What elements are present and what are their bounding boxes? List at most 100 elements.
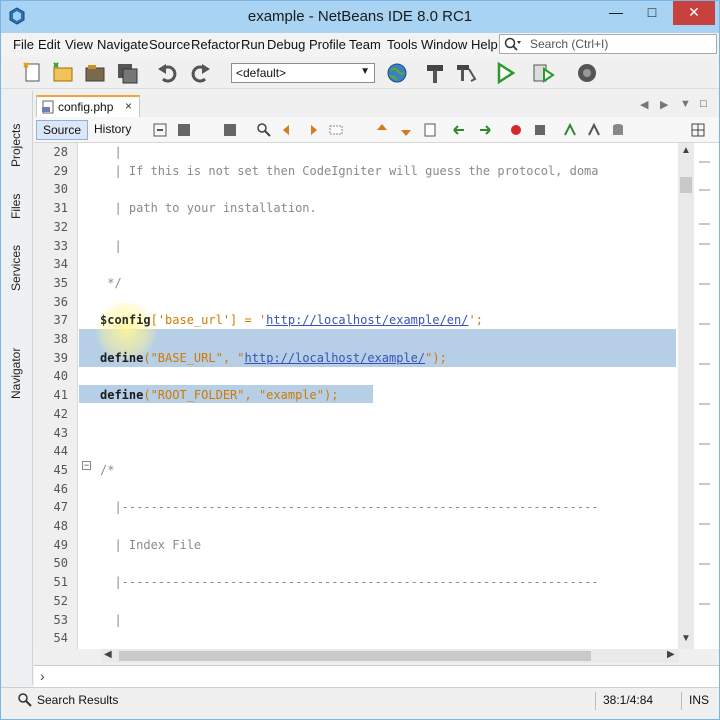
new-file-icon[interactable] — [21, 61, 45, 85]
code-editor[interactable]: 28 | 29 | If this is not set then CodeIgn… — [34, 143, 686, 649]
code-text: | If this is not set then CodeIgniter wi… — [100, 163, 599, 178]
line-number: 36 — [53, 294, 68, 309]
menu-window[interactable]: Window — [421, 37, 467, 52]
find-previous-icon[interactable] — [280, 122, 296, 138]
file-tab-config[interactable]: config.php × — [36, 95, 140, 117]
menu-refactor[interactable]: Refactor — [191, 37, 240, 52]
menu-team[interactable]: Team — [349, 37, 381, 52]
menu-source[interactable]: Source — [149, 37, 190, 52]
stop-macro-icon[interactable] — [532, 122, 548, 138]
sidebar-tab-services[interactable]: Services — [9, 231, 25, 291]
file-tab-label: config.php — [58, 100, 114, 114]
line-number: 30 — [53, 182, 68, 197]
database-icon[interactable] — [610, 122, 626, 138]
line-number: 43 — [53, 425, 68, 440]
line-number: 41 — [53, 388, 68, 403]
code-line: 52 — [34, 592, 686, 610]
code-line: 40 — [34, 367, 686, 385]
line-number: 45 — [53, 462, 68, 477]
minimize-button[interactable]: — — [601, 1, 631, 25]
search-results-tab[interactable]: Search Results — [37, 693, 118, 707]
configuration-select[interactable]: <default> ▼ — [231, 63, 375, 83]
search-input[interactable]: Search (Ctrl+I) — [499, 34, 717, 54]
chevron-down-icon: ▼ — [360, 66, 370, 77]
tab-history[interactable]: History — [88, 120, 137, 140]
search-results-icon — [18, 693, 32, 707]
previous-bookmark-icon[interactable] — [374, 122, 390, 138]
profile-project-icon[interactable] — [575, 61, 599, 85]
find-icon[interactable] — [256, 122, 272, 138]
editor-tab-row: config.php × ◀ ▶ ▼ □ — [34, 93, 719, 117]
sidebar-tab-navigator[interactable]: Navigator — [9, 317, 25, 399]
code-line: 46 — [34, 480, 686, 498]
globe-icon[interactable] — [385, 61, 409, 85]
forward-icon[interactable] — [222, 122, 238, 138]
scroll-down-icon[interactable]: ▼ — [681, 633, 691, 644]
menu-view[interactable]: View — [65, 37, 93, 52]
scroll-left-icon[interactable]: ◀ — [640, 98, 648, 111]
code-text: |---------------------------------------… — [100, 500, 599, 515]
menu-run[interactable]: Run — [241, 37, 265, 52]
last-edit-icon[interactable] — [152, 122, 168, 138]
start-macro-icon[interactable] — [508, 122, 524, 138]
scroll-up-icon[interactable]: ▲ — [681, 145, 691, 156]
save-all-icon[interactable] — [115, 61, 139, 85]
code-keyword: define — [100, 388, 144, 403]
sidebar-tab-files[interactable]: Files — [9, 177, 25, 221]
find-next-icon[interactable] — [304, 122, 320, 138]
code-keyword: define — [100, 350, 144, 365]
new-project-icon[interactable] — [51, 61, 75, 85]
toggle-highlight-icon[interactable] — [328, 122, 344, 138]
vertical-scroll-thumb[interactable] — [680, 177, 692, 193]
tab-list-icon[interactable]: ▼ — [680, 98, 691, 110]
undo-icon[interactable] — [156, 61, 180, 85]
fold-toggle-icon[interactable]: − — [82, 461, 91, 470]
line-number: 33 — [53, 238, 68, 253]
menu-edit[interactable]: Edit — [38, 37, 60, 52]
build-hammer-icon[interactable] — [423, 61, 447, 85]
vertical-scrollbar[interactable]: ▲ ▼ — [678, 143, 694, 649]
code-line: 50 — [34, 554, 686, 572]
redo-icon[interactable] — [188, 61, 212, 85]
menu-help[interactable]: Help — [471, 37, 498, 52]
shift-right-icon[interactable] — [476, 122, 492, 138]
menu-file[interactable]: File — [13, 37, 34, 52]
expand-panel-icon[interactable]: › — [40, 668, 45, 684]
comment-icon[interactable] — [562, 122, 578, 138]
clean-build-icon[interactable] — [455, 61, 479, 85]
close-button[interactable]: ✕ — [673, 1, 715, 25]
code-line: 53 | — [34, 611, 686, 629]
maximize-editor-icon[interactable]: □ — [700, 98, 707, 110]
horizontal-scrollbar[interactable]: ◀ ▶ — [101, 649, 679, 663]
left-sidebar: Projects Files Services Navigator — [1, 91, 33, 685]
shift-left-icon[interactable] — [452, 122, 468, 138]
debug-project-icon[interactable] — [531, 61, 555, 85]
menu-profile[interactable]: Profile — [309, 37, 346, 52]
open-project-icon[interactable] — [83, 61, 107, 85]
next-bookmark-icon[interactable] — [398, 122, 414, 138]
line-number: 47 — [53, 500, 68, 515]
code-text: |---------------------------------------… — [100, 575, 599, 590]
menu-tools[interactable]: Tools — [387, 37, 417, 52]
maximize-button[interactable]: □ — [637, 1, 667, 25]
close-tab-icon[interactable]: × — [125, 99, 132, 113]
tab-source[interactable]: Source — [36, 120, 89, 140]
menu-navigate[interactable]: Navigate — [97, 37, 148, 52]
scroll-right-icon[interactable]: ▶ — [660, 98, 668, 111]
scroll-right-arrow-icon[interactable]: ▶ — [667, 649, 675, 660]
scroll-left-arrow-icon[interactable]: ◀ — [104, 649, 112, 660]
code-line: 45 /* — [34, 461, 686, 479]
run-project-icon[interactable] — [493, 61, 517, 85]
horizontal-scroll-thumb[interactable] — [119, 651, 591, 661]
cursor-position: 38:1/4:84 — [603, 693, 654, 707]
sidebar-tab-projects[interactable]: Projects — [9, 99, 25, 167]
menu-debug[interactable]: Debug — [267, 37, 305, 52]
toggle-bookmark-icon[interactable] — [422, 122, 438, 138]
back-icon[interactable] — [176, 122, 192, 138]
uncomment-icon[interactable] — [586, 122, 602, 138]
code-url: http://localhost/example/ — [244, 350, 426, 365]
split-editor-icon[interactable] — [690, 122, 706, 138]
search-placeholder: Search (Ctrl+I) — [530, 37, 609, 51]
code-text: define("ROOT_FOLDER", "example"); — [100, 388, 338, 402]
line-number: 54 — [53, 631, 68, 646]
